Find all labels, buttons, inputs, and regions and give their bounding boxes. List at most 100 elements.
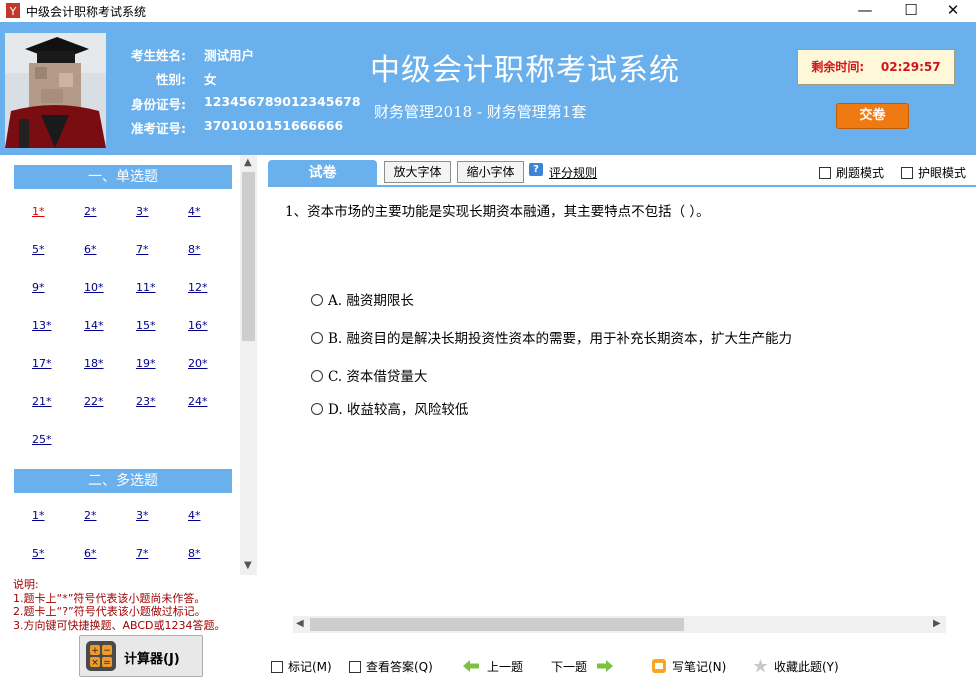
option-b-radio[interactable]	[311, 332, 323, 344]
question-link[interactable]: 18*	[84, 357, 104, 370]
minimize-button[interactable]: —	[842, 0, 888, 22]
question-link[interactable]: 9*	[32, 281, 45, 294]
close-button[interactable]: ✕	[930, 0, 976, 22]
question-link[interactable]: 25*	[32, 433, 52, 446]
option-a[interactable]: A. 融资期限长	[311, 289, 414, 309]
scroll-left-icon[interactable]: ◀	[296, 618, 304, 629]
section-header-multiple-choice: 二、多选题	[14, 469, 232, 493]
write-notes-label: 写笔记(N)	[672, 660, 727, 674]
svg-text:=: =	[103, 658, 111, 668]
enlarge-font-button[interactable]: 放大字体	[384, 161, 451, 183]
question-link[interactable]: 13*	[32, 319, 52, 332]
scroll-down-icon[interactable]: ▼	[244, 560, 252, 571]
question-link[interactable]: 3*	[136, 509, 149, 522]
question-link[interactable]: 16*	[188, 319, 208, 332]
candidate-id-label: 身份证号:	[131, 97, 186, 112]
question-link[interactable]: 5*	[32, 547, 45, 560]
favorite-question-label: 收藏此题(Y)	[774, 660, 839, 674]
help-icon: ?	[529, 163, 543, 176]
notes-title: 说明:	[13, 578, 39, 591]
question-link[interactable]: 6*	[84, 547, 97, 560]
question-link[interactable]: 8*	[188, 547, 201, 560]
horizontal-scroll-thumb[interactable]	[310, 618, 684, 631]
candidate-photo	[5, 33, 106, 148]
option-c[interactable]: C. 资本借贷量大	[311, 365, 427, 385]
scroll-right-icon[interactable]: ▶	[933, 618, 941, 629]
calculator-button[interactable]: + − × = 计算器(J)	[79, 635, 203, 677]
question-card-panel: 一、单选题 1* 2* 3* 4* 5* 6* 7* 8* 9* 10* 11* 12* 13* 14* 1…	[0, 155, 258, 575]
note-icon	[652, 659, 666, 673]
option-d-radio[interactable]	[311, 403, 323, 415]
question-link[interactable]: 1*	[32, 205, 45, 218]
section-header-single-choice: 一、单选题	[14, 165, 232, 189]
question-card-scroll-thumb[interactable]	[242, 172, 255, 341]
question-link[interactable]: 15*	[136, 319, 156, 332]
svg-text:+: +	[91, 646, 99, 656]
question-link[interactable]: 10*	[84, 281, 104, 294]
submit-exam-button[interactable]: 交卷	[836, 103, 909, 129]
option-d[interactable]: D. 收益较高，风险较低	[311, 398, 468, 418]
shrink-font-button[interactable]: 缩小字体	[457, 161, 524, 183]
option-c-radio[interactable]	[311, 370, 323, 382]
candidate-ticket-label: 准考证号:	[131, 121, 186, 136]
write-notes-button[interactable]: 写笔记(N)	[652, 658, 726, 675]
eye-mode-checkbox[interactable]: 护眼模式	[901, 164, 966, 181]
question-link[interactable]: 24*	[188, 395, 208, 408]
question-link[interactable]: 22*	[84, 395, 104, 408]
view-answer-label: 查看答案(Q)	[366, 660, 433, 674]
notes-line-1: 1.题卡上“*”符号代表该小题尚未作答。	[13, 591, 206, 605]
question-link[interactable]: 4*	[188, 205, 201, 218]
question-link[interactable]: 21*	[32, 395, 52, 408]
mark-box[interactable]	[271, 661, 283, 673]
instructions-notes: 说明: 1.题卡上“*”符号代表该小题尚未作答。 2.题卡上“?”符号代表该小题…	[13, 578, 226, 632]
tab-paper[interactable]: 试卷	[268, 160, 377, 186]
next-question-label: 下一题	[551, 660, 588, 674]
window-titlebar: Y 中级会计职称考试系统 — ☐ ✕	[0, 0, 976, 22]
practice-mode-checkbox[interactable]: 刷题模式	[819, 164, 884, 181]
question-link[interactable]: 12*	[188, 281, 208, 294]
question-link[interactable]: 8*	[188, 243, 201, 256]
option-a-text: A. 融资期限长	[328, 293, 414, 309]
question-link[interactable]: 7*	[136, 547, 149, 560]
eye-mode-label: 护眼模式	[918, 166, 967, 180]
exam-header: 考生姓名: 测试用户 性别: 女 身份证号: 12345678901234567…	[0, 22, 976, 155]
option-d-text: D. 收益较高，风险较低	[328, 402, 469, 418]
prev-question-label: 上一题	[487, 660, 524, 674]
candidate-name-label: 考生姓名:	[131, 48, 186, 63]
option-b[interactable]: B. 融资目的是解决长期投资性资本的需要，用于补充长期资本，扩大生产能力	[311, 327, 792, 347]
question-link[interactable]: 3*	[136, 205, 149, 218]
question-link[interactable]: 19*	[136, 357, 156, 370]
calculator-icon: + − × =	[86, 641, 116, 671]
question-link[interactable]: 5*	[32, 243, 45, 256]
question-link[interactable]: 4*	[188, 509, 201, 522]
view-answer-box[interactable]	[349, 661, 361, 673]
candidate-avatar-icon	[5, 33, 106, 148]
option-a-radio[interactable]	[311, 294, 323, 306]
bottom-action-bar: 标记(M) 查看答案(Q) 上一题 下一题 写笔记(N) 收藏此题(Y)	[268, 652, 976, 680]
scoring-rules-link[interactable]: 评分规则	[549, 164, 597, 181]
candidate-name: 测试用户	[204, 48, 255, 63]
eye-mode-box[interactable]	[901, 167, 913, 179]
mark-checkbox[interactable]: 标记(M)	[271, 658, 332, 675]
question-link[interactable]: 2*	[84, 509, 97, 522]
exam-paper-subtitle: 财务管理2018 - 财务管理第1套	[374, 103, 587, 121]
question-link[interactable]: 11*	[136, 281, 156, 294]
maximize-button[interactable]: ☐	[888, 0, 934, 22]
prev-question-button[interactable]: 上一题	[463, 658, 523, 675]
next-question-button[interactable]: 下一题	[551, 658, 614, 675]
candidate-gender-label: 性别:	[156, 72, 186, 87]
paper-toolbar: 试卷 放大字体 缩小字体 ? 评分规则 刷题模式 护眼模式	[268, 159, 976, 187]
favorite-question-button[interactable]: 收藏此题(Y)	[753, 658, 839, 675]
view-answer-checkbox[interactable]: 查看答案(Q)	[349, 658, 433, 675]
question-link[interactable]: 23*	[136, 395, 156, 408]
scroll-up-icon[interactable]: ▲	[244, 157, 252, 168]
question-link[interactable]: 14*	[84, 319, 104, 332]
question-link[interactable]: 17*	[32, 357, 52, 370]
question-link[interactable]: 7*	[136, 243, 149, 256]
question-link[interactable]: 1*	[32, 509, 45, 522]
mark-label: 标记(M)	[288, 660, 332, 674]
question-link[interactable]: 20*	[188, 357, 208, 370]
question-link[interactable]: 6*	[84, 243, 97, 256]
practice-mode-box[interactable]	[819, 167, 831, 179]
question-link[interactable]: 2*	[84, 205, 97, 218]
